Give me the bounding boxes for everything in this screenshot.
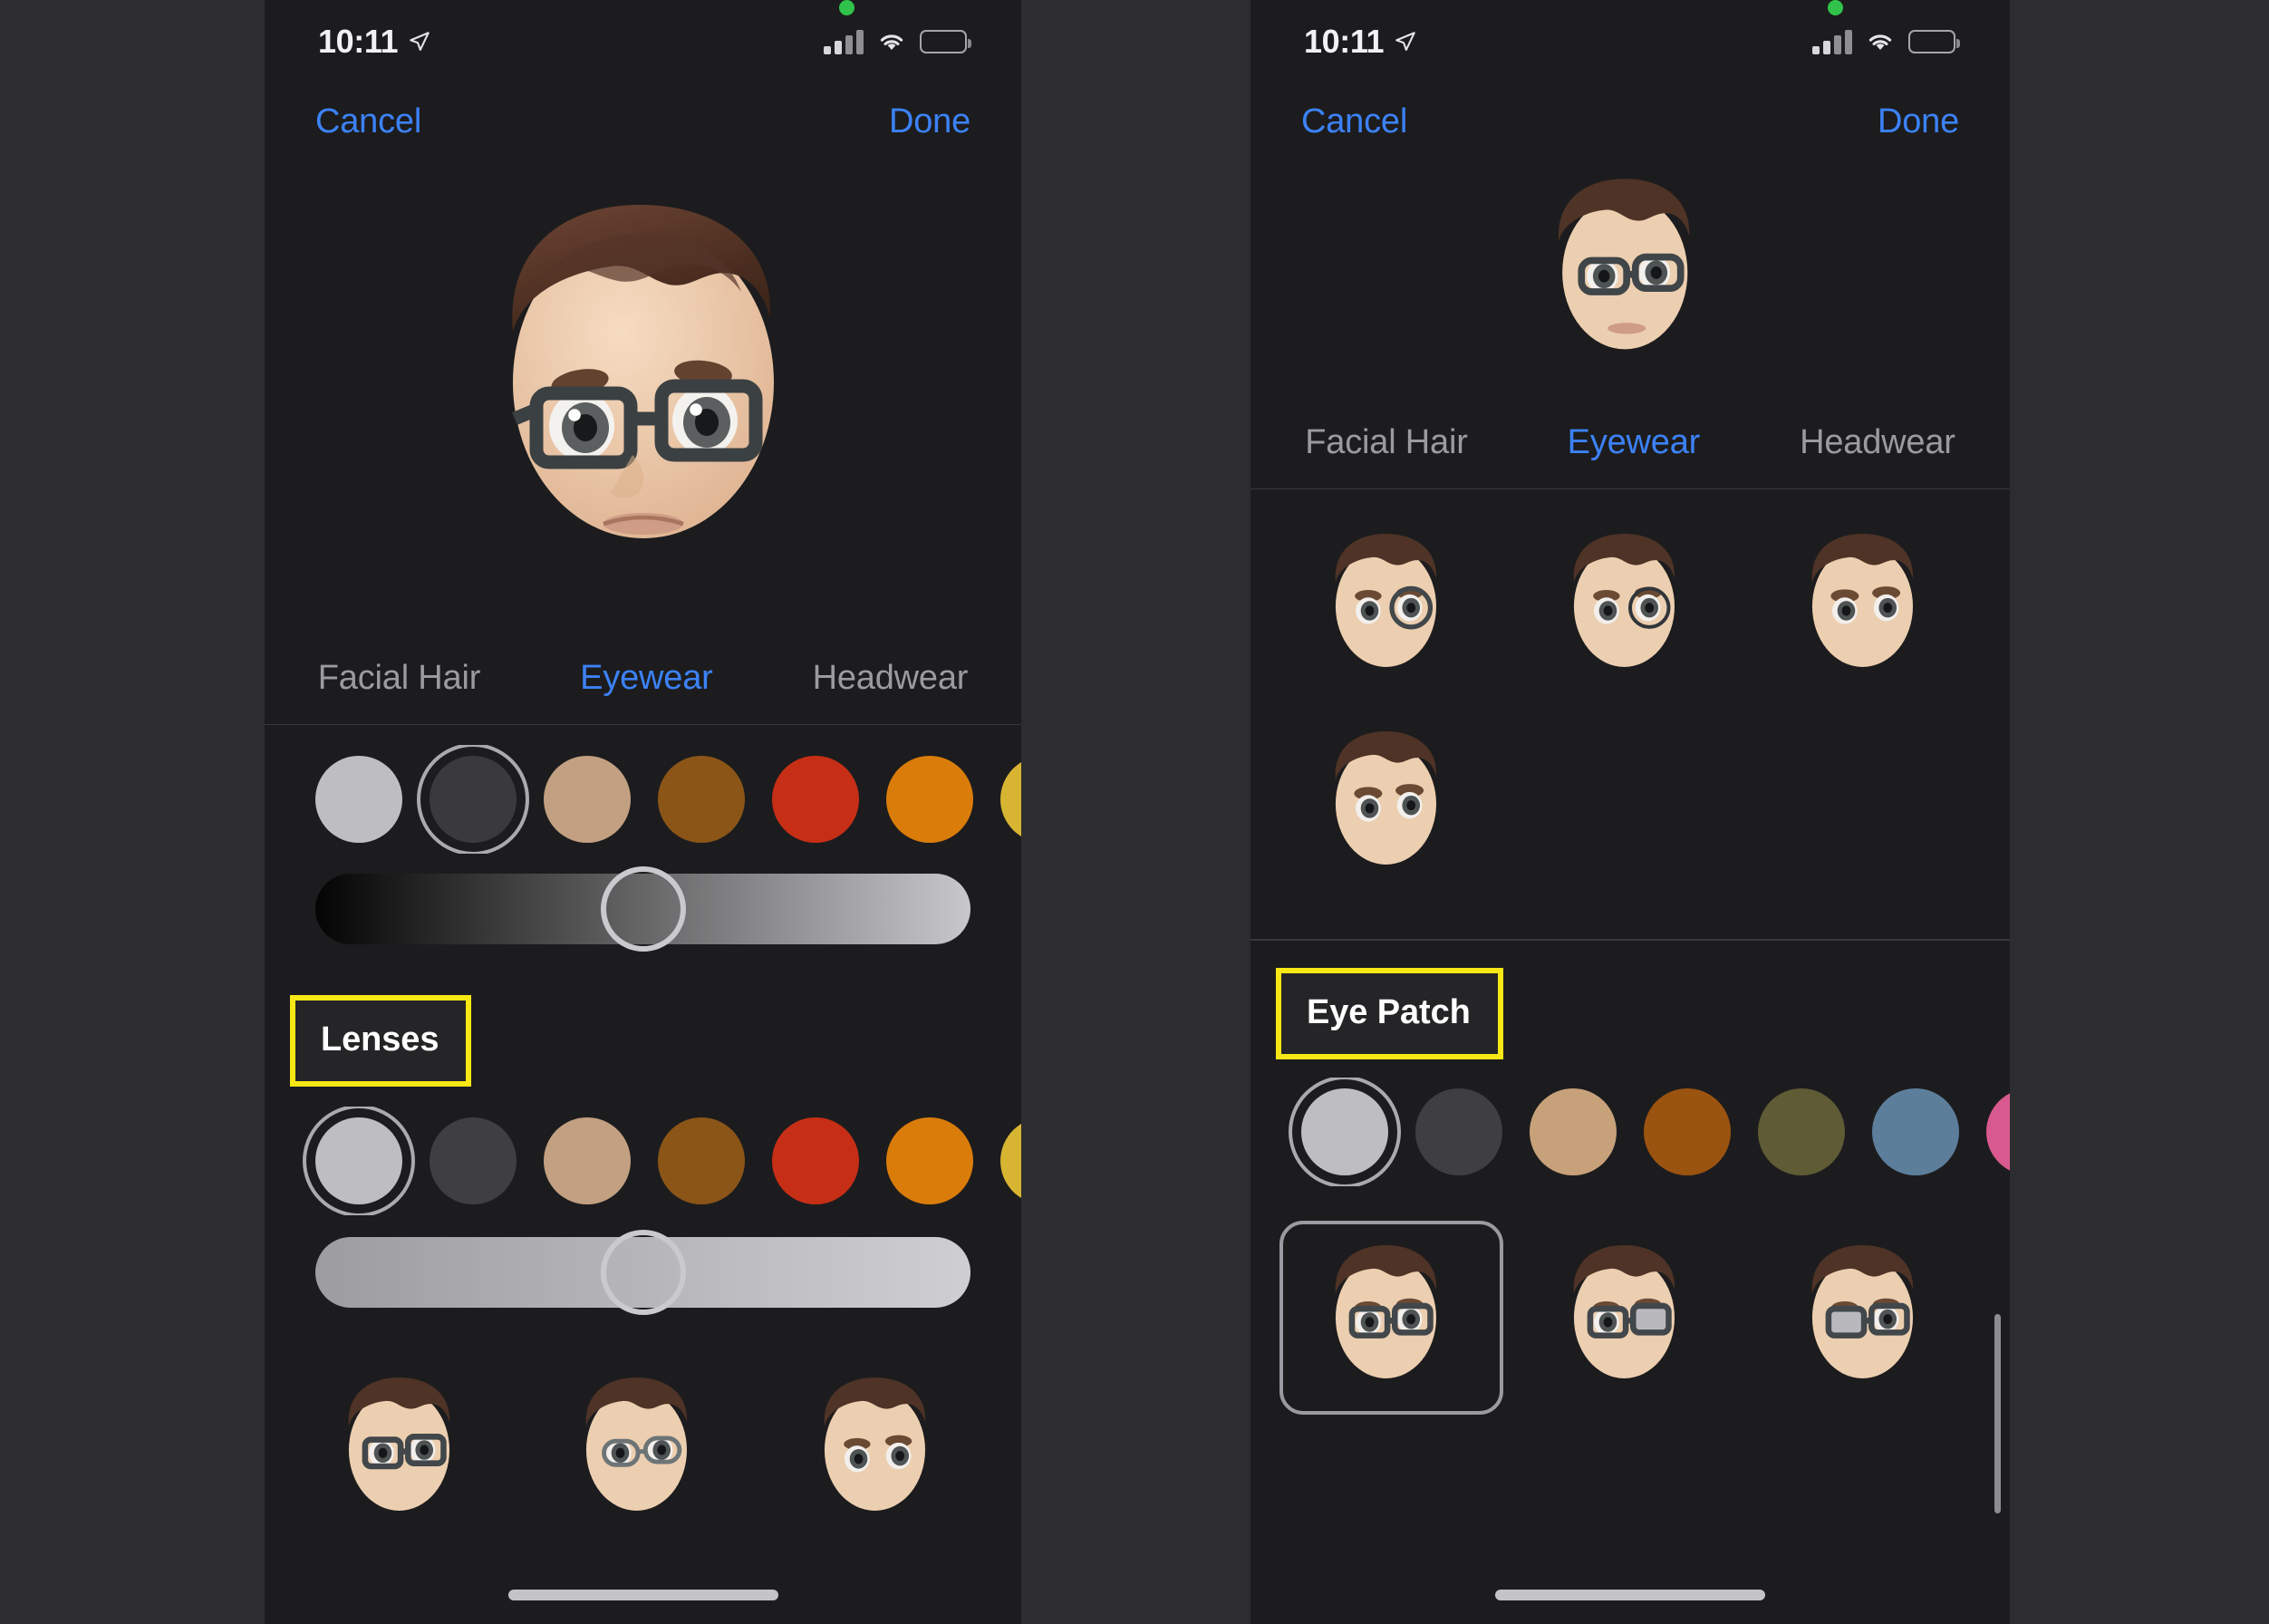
eyewear-options-panel: Lenses bbox=[265, 745, 1021, 1549]
memoji-option-thumb bbox=[1811, 533, 1914, 667]
eyewear-option[interactable] bbox=[762, 1351, 999, 1549]
eye-patch-color-swatch-row[interactable] bbox=[1250, 1077, 2010, 1186]
swatch-color[interactable] bbox=[772, 756, 859, 843]
memoji-option-thumb bbox=[1335, 730, 1436, 865]
tab-headwear[interactable]: Headwear bbox=[813, 659, 969, 698]
status-time-group: 10:11 bbox=[1299, 23, 1417, 61]
screenshot-stage: 10:11 Cancel Done Facial Hair Eyewear He… bbox=[0, 0, 2269, 1624]
memoji-avatar bbox=[511, 205, 774, 538]
status-indicators bbox=[824, 0, 972, 54]
slider-knob[interactable] bbox=[600, 1230, 686, 1315]
memoji-option-thumb bbox=[348, 1377, 450, 1511]
swatch-color[interactable] bbox=[658, 756, 745, 843]
memoji-option-thumb bbox=[1335, 1244, 1436, 1378]
swatch-color-selected[interactable] bbox=[417, 745, 529, 854]
swatch-color[interactable] bbox=[1644, 1088, 1731, 1175]
swatch-color-selected[interactable] bbox=[303, 1107, 415, 1215]
eyewear-option[interactable] bbox=[524, 1351, 761, 1549]
swatch-color[interactable] bbox=[315, 756, 402, 843]
eyewear-option[interactable] bbox=[286, 1351, 524, 1549]
wifi-icon bbox=[1868, 34, 1892, 51]
tab-eyewear[interactable]: Eyewear bbox=[1568, 423, 1701, 462]
eyewear-option-none[interactable] bbox=[1750, 508, 1988, 705]
swatch-color[interactable] bbox=[1000, 1117, 1021, 1204]
done-button[interactable]: Done bbox=[1878, 102, 1959, 141]
cellular-bars-icon bbox=[824, 29, 864, 54]
status-time-group: 10:11 bbox=[314, 23, 431, 61]
swatch-color[interactable] bbox=[886, 1117, 973, 1204]
lens-shade-slider[interactable] bbox=[315, 1230, 970, 1315]
home-indicator[interactable] bbox=[507, 1590, 778, 1600]
status-bar: 10:11 bbox=[1250, 0, 2010, 83]
eye-patch-option-right[interactable] bbox=[1511, 1219, 1749, 1416]
phone-panel-left: 10:11 Cancel Done Facial Hair Eyewear He… bbox=[265, 0, 1021, 1624]
section-divider bbox=[1250, 939, 2010, 941]
home-indicator[interactable] bbox=[1495, 1590, 1765, 1600]
recording-dot-icon bbox=[1828, 0, 1843, 15]
nav-bar: Cancel Done bbox=[1250, 83, 2010, 152]
eyewear-option-none-alt[interactable] bbox=[1272, 705, 1511, 903]
eyewear-option-monocle-right[interactable] bbox=[1272, 508, 1511, 705]
tab-facial-hair[interactable]: Facial Hair bbox=[1305, 423, 1468, 462]
memoji-option-thumb bbox=[586, 1377, 688, 1511]
swatch-color[interactable] bbox=[1758, 1088, 1845, 1175]
lens-color-swatch-row[interactable] bbox=[265, 1107, 1021, 1215]
eyewear-option-grid-partial bbox=[265, 1339, 1021, 1549]
memoji-option-thumb bbox=[1811, 1244, 1914, 1378]
swatch-color[interactable] bbox=[772, 1117, 859, 1204]
eye-patch-option-grid bbox=[1250, 1206, 2010, 1416]
vertical-scrollbar[interactable] bbox=[1994, 1314, 2001, 1513]
recording-dot-icon bbox=[839, 0, 854, 15]
eye-patch-label: Eye Patch bbox=[1276, 967, 1503, 1059]
lenses-section-header: Lenses bbox=[265, 995, 1021, 1087]
location-arrow-icon bbox=[1395, 32, 1415, 52]
swatch-color[interactable] bbox=[1415, 1088, 1502, 1175]
slider-knob[interactable] bbox=[600, 866, 686, 952]
swatch-color[interactable] bbox=[430, 1117, 517, 1204]
swatch-color[interactable] bbox=[544, 1117, 631, 1204]
swatch-color[interactable] bbox=[1986, 1088, 2010, 1175]
cancel-button[interactable]: Cancel bbox=[315, 102, 421, 141]
tab-bar: Facial Hair Eyewear Headwear bbox=[265, 633, 1021, 725]
tab-headwear[interactable]: Headwear bbox=[1800, 423, 1955, 462]
eyewear-option-grid bbox=[1250, 489, 2010, 903]
memoji-option-thumb bbox=[1573, 1244, 1675, 1378]
done-button[interactable]: Done bbox=[889, 102, 970, 141]
status-time: 10:11 bbox=[1304, 23, 1385, 60]
cellular-bars-icon bbox=[1812, 29, 1852, 54]
battery-icon bbox=[1908, 30, 1960, 53]
status-time: 10:11 bbox=[318, 23, 399, 60]
memoji-option-thumb bbox=[1335, 533, 1436, 667]
swatch-color[interactable] bbox=[1000, 756, 1021, 843]
memoji-preview-large bbox=[265, 152, 1021, 633]
phone-panel-right: 10:11 Cancel Done Facial Hair Eyewear He… bbox=[1250, 0, 2010, 1624]
tab-facial-hair[interactable]: Facial Hair bbox=[318, 659, 481, 698]
wifi-icon bbox=[880, 34, 903, 51]
swatch-color[interactable] bbox=[1530, 1088, 1617, 1175]
cancel-button[interactable]: Cancel bbox=[1301, 102, 1407, 141]
eye-patch-option-left[interactable] bbox=[1750, 1219, 1988, 1416]
frame-color-swatch-row[interactable] bbox=[265, 745, 1021, 854]
tab-eyewear[interactable]: Eyewear bbox=[580, 659, 713, 698]
eyewear-option-monocle-right-alt[interactable] bbox=[1511, 508, 1749, 705]
memoji-avatar bbox=[1558, 179, 1690, 350]
status-bar: 10:11 bbox=[265, 0, 1021, 83]
frame-shade-slider[interactable] bbox=[315, 866, 970, 952]
tab-bar: Facial Hair Eyewear Headwear bbox=[1250, 397, 2010, 489]
memoji-preview-small bbox=[1250, 152, 2010, 397]
status-indicators bbox=[1812, 0, 1961, 54]
location-arrow-icon bbox=[410, 32, 430, 52]
swatch-color-selected[interactable] bbox=[1289, 1077, 1401, 1186]
swatch-color[interactable] bbox=[886, 756, 973, 843]
battery-icon bbox=[920, 30, 971, 53]
lenses-label: Lenses bbox=[290, 995, 472, 1087]
eye-patch-option-clear-selected[interactable] bbox=[1272, 1219, 1511, 1416]
nav-bar: Cancel Done bbox=[265, 83, 1021, 152]
memoji-option-thumb bbox=[1573, 533, 1675, 667]
swatch-color[interactable] bbox=[1872, 1088, 1959, 1175]
memoji-option-thumb bbox=[824, 1377, 925, 1511]
eye-patch-section-header: Eye Patch bbox=[1250, 967, 2010, 1059]
swatch-color[interactable] bbox=[658, 1117, 745, 1204]
swatch-color[interactable] bbox=[544, 756, 631, 843]
